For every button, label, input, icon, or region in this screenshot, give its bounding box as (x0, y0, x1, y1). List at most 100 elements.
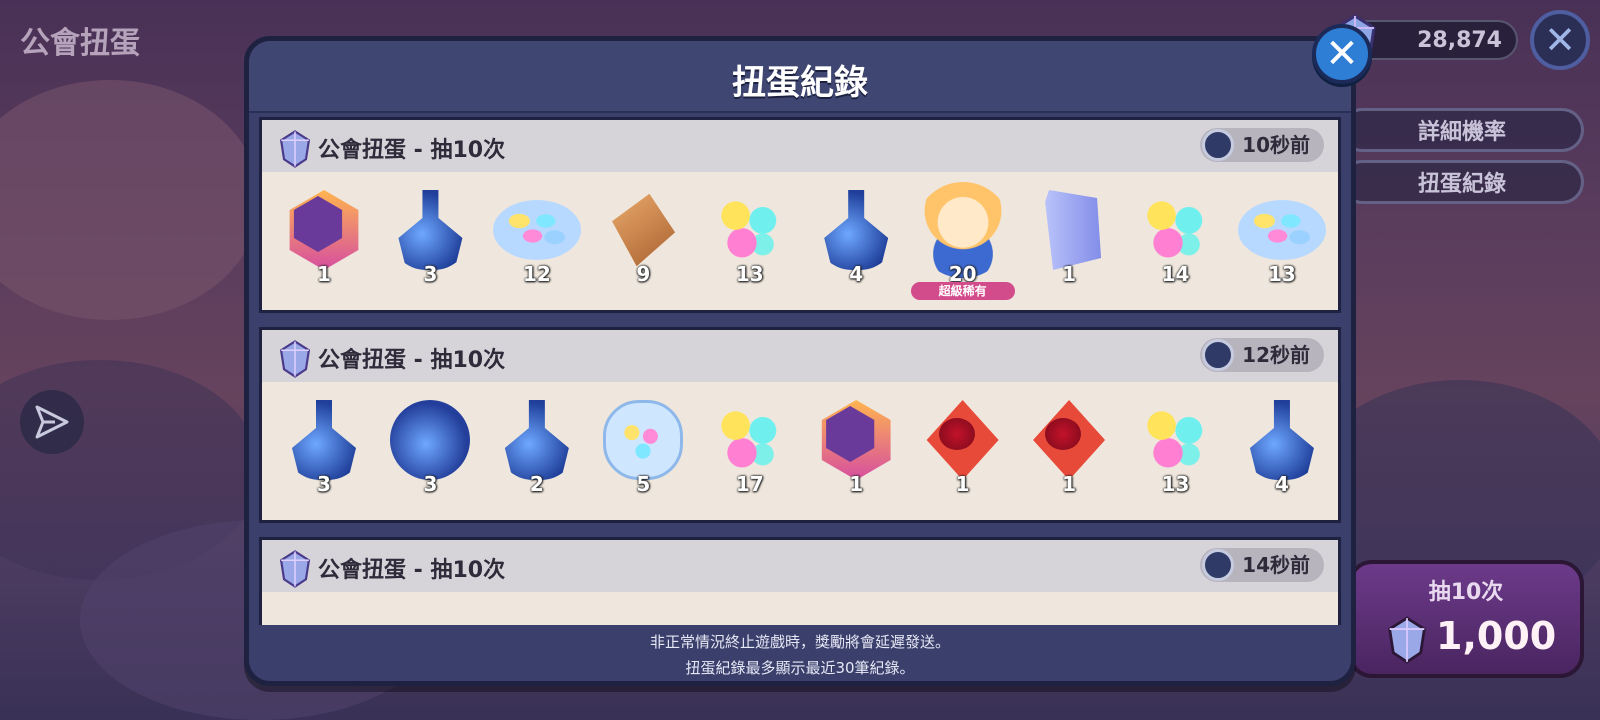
clock-icon (1202, 549, 1235, 581)
reward-items: 1 3 12 9 13 4 20 超級稀有 1 14 13 (278, 182, 1328, 312)
record-header: 公會扭蛋 - 抽10次 12秒前 (262, 330, 1338, 382)
reward-quantity: 13 (1268, 262, 1296, 286)
clock-icon (1202, 339, 1235, 371)
reward-item[interactable]: 1 (1023, 184, 1115, 304)
reward-item[interactable]: 3 (278, 394, 370, 514)
modal-title: 扭蛋紀錄 (732, 63, 868, 103)
details-rate-button[interactable]: 詳細機率 (1340, 108, 1584, 152)
reward-item[interactable]: 17 (704, 394, 796, 514)
history-record: 公會扭蛋 - 抽10次 10秒前 1 3 12 9 13 4 20 超級稀有 1 … (259, 117, 1341, 313)
reward-item[interactable]: 1 (278, 184, 370, 304)
record-title: 公會扭蛋 - 抽10次 (318, 138, 506, 163)
reward-quantity: 3 (423, 472, 438, 496)
history-record: 公會扭蛋 - 抽10次 14秒前 (259, 537, 1341, 625)
candy-icon (1237, 200, 1326, 260)
modal-header: 扭蛋紀錄 (249, 41, 1351, 113)
draw-10-button[interactable]: 抽10次 1,000 (1348, 560, 1584, 678)
reward-item[interactable]: 3 (384, 184, 476, 304)
crystal-gem-icon (279, 130, 311, 168)
reward-items (278, 604, 1328, 625)
potion-icon (824, 190, 889, 270)
modal-footer: 非正常情況終止遊戲時，獎勵將會延遲發送。 扭蛋紀錄最多顯示最近30筆紀錄。 (249, 625, 1351, 681)
record-time-text: 12秒前 (1242, 343, 1310, 367)
crystal-gem-icon (1388, 616, 1426, 664)
reward-item[interactable]: 5 (597, 394, 689, 514)
page-title: 公會扭蛋 (20, 26, 140, 61)
reward-quantity: 1 (849, 472, 864, 496)
reward-quantity: 1 (1062, 262, 1077, 286)
jelly-icon (709, 400, 790, 480)
reward-item[interactable]: 1 (917, 394, 1009, 514)
record-header: 公會扭蛋 - 抽10次 14秒前 (262, 540, 1338, 592)
gacha-history-modal: 扭蛋紀錄 公會扭蛋 - 抽10次 10秒前 1 3 12 9 13 4 20 超級… (244, 36, 1356, 686)
share-button[interactable] (20, 390, 84, 454)
candy-bag-icon (603, 400, 684, 480)
reward-item[interactable]: 13 (1236, 184, 1328, 304)
jelly-icon (1135, 190, 1216, 270)
reward-item[interactable]: 13 (1130, 394, 1222, 514)
potion-icon (292, 400, 356, 480)
candy-icon (492, 200, 581, 260)
scroll-icon (1045, 190, 1102, 270)
footer-note-delay: 非正常情況終止遊戲時，獎勵將會延遲發送。 (649, 633, 950, 651)
share-icon (35, 405, 69, 439)
record-time-text: 10秒前 (1242, 133, 1310, 157)
record-time: 12秒前 (1200, 338, 1324, 372)
reward-item[interactable]: 1 (810, 394, 902, 514)
ruby-gem (938, 418, 975, 450)
record-time: 14秒前 (1200, 548, 1324, 582)
reward-quantity: 1 (317, 262, 331, 286)
reward-quantity: 2 (529, 472, 544, 496)
record-title: 公會扭蛋 - 抽10次 (318, 558, 506, 583)
reward-item[interactable]: 4 (810, 184, 902, 304)
potion-icon (398, 190, 463, 270)
reward-quantity: 3 (317, 472, 331, 496)
record-title: 公會扭蛋 - 抽10次 (318, 348, 506, 373)
potion-icon (504, 400, 569, 480)
clock-icon (1202, 129, 1235, 161)
jelly-icon (1135, 400, 1216, 480)
reward-item[interactable]: 9 (597, 184, 689, 304)
footer-note-limit: 扭蛋紀錄最多顯示最近30筆紀錄。 (685, 659, 915, 677)
reward-quantity: 4 (1274, 472, 1289, 496)
reward-item[interactable]: 1 (1023, 394, 1115, 514)
rarity-badge: 超級稀有 (910, 282, 1015, 300)
reward-quantity: 1 (955, 472, 970, 496)
record-time-text: 14秒前 (1242, 553, 1310, 577)
history-button[interactable]: 扭蛋紀錄 (1340, 160, 1584, 204)
reward-item[interactable]: 4 (1236, 394, 1328, 514)
jelly-icon (709, 190, 790, 270)
reward-quantity: 3 (423, 262, 438, 286)
reward-quantity: 13 (735, 262, 764, 286)
reward-quantity: 13 (1161, 472, 1190, 496)
reward-item[interactable]: 14 (1130, 184, 1222, 304)
reward-quantity: 1 (1062, 472, 1077, 496)
crystal-gem-icon (279, 550, 311, 588)
reward-quantity: 12 (522, 262, 551, 286)
draw-cost: 1,000 (1436, 614, 1557, 658)
reward-item[interactable]: 12 (491, 184, 583, 304)
reward-quantity: 17 (735, 472, 764, 496)
modal-close-button[interactable]: ✕ (1312, 24, 1372, 84)
close-icon: ✕ (1325, 31, 1359, 77)
record-header: 公會扭蛋 - 抽10次 10秒前 (262, 120, 1338, 172)
reward-item[interactable]: 3 (384, 394, 476, 514)
record-time: 10秒前 (1200, 128, 1324, 162)
currency-value: 28,874 (1417, 28, 1502, 53)
exit-button[interactable]: ✕ (1530, 10, 1590, 70)
crystal-gem-icon (279, 340, 311, 378)
reward-quantity: 9 (636, 262, 651, 286)
reward-item[interactable]: 20 超級稀有 (910, 182, 1015, 304)
big-potion-icon (390, 400, 471, 480)
reward-quantity: 14 (1161, 262, 1190, 286)
ruby-gem (1045, 418, 1082, 450)
reward-quantity: 4 (849, 262, 864, 286)
close-icon: ✕ (1544, 18, 1576, 62)
reward-item[interactable]: 2 (491, 394, 583, 514)
history-record: 公會扭蛋 - 抽10次 12秒前 3 3 2 5 17 1 1 1 13 4 (259, 327, 1341, 523)
draw-10-label: 抽10次 (1428, 580, 1504, 605)
reward-item[interactable]: 13 (704, 184, 796, 304)
potion-icon (1249, 400, 1314, 480)
records-list[interactable]: 公會扭蛋 - 抽10次 10秒前 1 3 12 9 13 4 20 超級稀有 1 … (259, 117, 1341, 625)
reward-quantity: 5 (636, 472, 651, 496)
